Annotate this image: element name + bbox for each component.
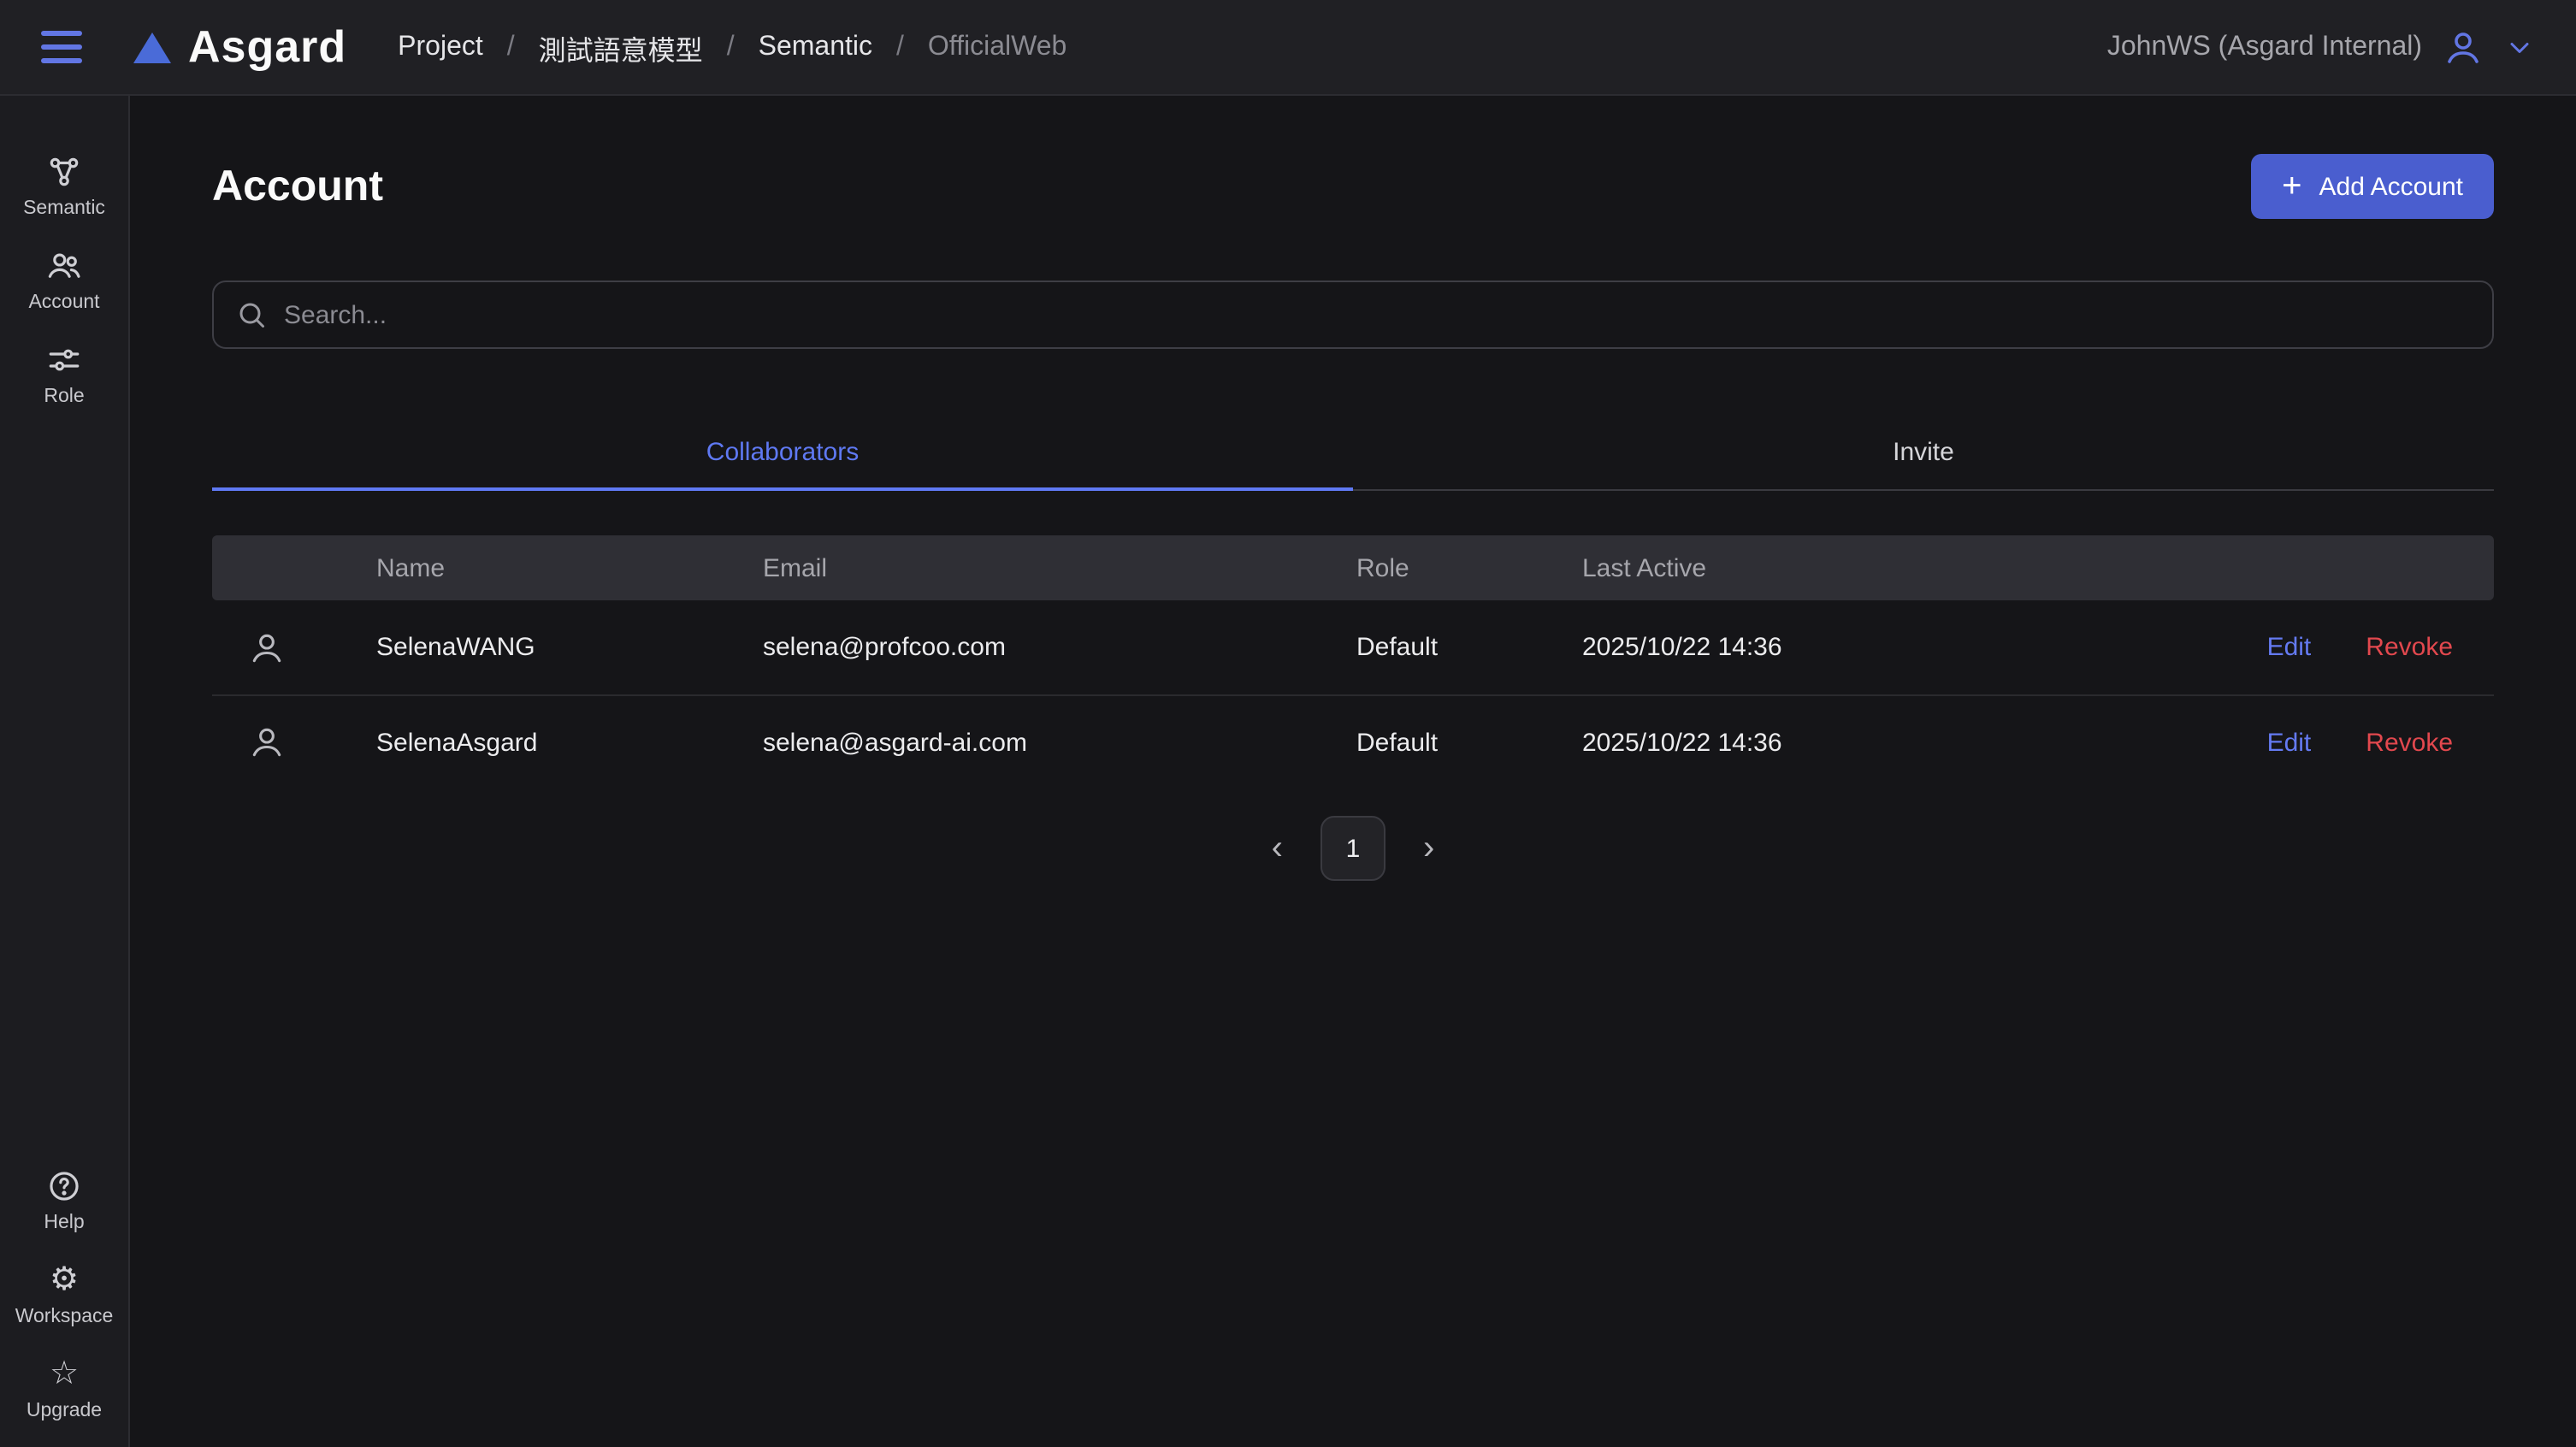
role-icon (46, 342, 82, 378)
person-icon (248, 724, 286, 761)
gear-icon: ⚙ (46, 1262, 82, 1298)
sidebar-item-role[interactable]: Role (0, 328, 128, 422)
sidebar-item-upgrade[interactable]: ☆ Upgrade (0, 1343, 128, 1437)
breadcrumb-semantic[interactable]: Semantic (759, 32, 872, 62)
topbar: Asgard Project / 測試語意模型 / Semantic / Off… (0, 0, 2576, 96)
chevron-down-icon[interactable] (2504, 32, 2535, 62)
next-page-icon[interactable]: › (1416, 824, 1441, 872)
page-number-button[interactable]: 1 (1320, 816, 1385, 881)
tab-collaborators[interactable]: Collaborators (212, 421, 1353, 489)
actions-cell: Edit Revoke (2195, 633, 2494, 662)
sidebar-item-label: Role (44, 387, 84, 407)
sidebar: Semantic Account Role (0, 96, 130, 1447)
table-row: SelenaWANG selena@profcoo.com Default 20… (212, 600, 2494, 694)
person-icon (248, 629, 286, 666)
breadcrumb-officialweb: OfficialWeb (928, 32, 1066, 62)
star-icon: ☆ (46, 1356, 82, 1392)
edit-link[interactable]: Edit (2267, 633, 2312, 662)
cell-name: SelenaAsgard (376, 728, 763, 757)
sidebar-item-workspace[interactable]: ⚙ Workspace (0, 1249, 128, 1343)
search-icon (236, 299, 267, 330)
tab-invite[interactable]: Invite (1353, 421, 2494, 489)
col-role: Role (1356, 553, 1582, 582)
actions-cell: Edit Revoke (2195, 728, 2494, 757)
sidebar-item-label: Upgrade (27, 1401, 102, 1421)
pagination: ‹ 1 › (212, 816, 2494, 881)
avatar-cell (212, 629, 376, 666)
cell-last-active: 2025/10/22 14:36 (1582, 633, 2195, 662)
logo[interactable]: Asgard (133, 21, 346, 74)
topbar-left: Asgard Project / 測試語意模型 / Semantic / Off… (34, 21, 1066, 74)
col-last-active: Last Active (1582, 553, 2195, 582)
body-row: Semantic Account Role (0, 96, 2576, 1447)
revoke-link[interactable]: Revoke (2366, 728, 2453, 757)
edit-link[interactable]: Edit (2267, 728, 2312, 757)
cell-email: selena@profcoo.com (763, 633, 1356, 662)
title-row: Account + Add Account (212, 154, 2494, 219)
sidebar-item-label: Account (28, 292, 99, 313)
cell-name: SelenaWANG (376, 633, 763, 662)
cell-role: Default (1356, 633, 1582, 662)
plus-icon: + (2282, 169, 2301, 204)
breadcrumb: Project / 測試語意模型 / Semantic / OfficialWe… (398, 27, 1066, 68)
breadcrumb-project[interactable]: Project (398, 32, 483, 62)
col-email: Email (763, 553, 1356, 582)
help-icon (46, 1168, 82, 1204)
sidebar-bottom: Help ⚙ Workspace ☆ Upgrade (0, 1155, 128, 1437)
sidebar-item-semantic[interactable]: Semantic (0, 140, 128, 234)
logo-triangle-icon (133, 32, 171, 62)
add-account-button[interactable]: + Add Account (2251, 154, 2494, 219)
sidebar-item-label: Help (44, 1213, 84, 1233)
user-icon[interactable] (2443, 27, 2484, 68)
avatar-cell (212, 724, 376, 761)
breadcrumb-separator: / (727, 32, 735, 62)
revoke-link[interactable]: Revoke (2366, 633, 2453, 662)
tabs: Collaborators Invite (212, 421, 2494, 491)
account-icon (46, 248, 82, 284)
sidebar-item-label: Semantic (23, 198, 105, 219)
topbar-right: JohnWS (Asgard Internal) (2107, 27, 2535, 68)
add-account-label: Add Account (2319, 172, 2463, 201)
user-label: JohnWS (Asgard Internal) (2107, 32, 2422, 62)
col-name: Name (376, 553, 763, 582)
cell-last-active: 2025/10/22 14:36 (1582, 728, 2195, 757)
breadcrumb-model[interactable]: 測試語意模型 (539, 27, 703, 68)
search-input[interactable] (284, 300, 2470, 329)
page-title: Account (212, 162, 383, 211)
logo-text: Asgard (188, 21, 346, 74)
main-content: Account + Add Account Collaborators Invi… (130, 96, 2576, 1447)
semantic-icon (46, 154, 82, 190)
sidebar-item-account[interactable]: Account (0, 234, 128, 328)
app-window: Asgard Project / 測試語意模型 / Semantic / Off… (0, 0, 2576, 1447)
table-header: Name Email Role Last Active (212, 535, 2494, 600)
table-row: SelenaAsgard selena@asgard-ai.com Defaul… (212, 694, 2494, 788)
menu-icon[interactable] (34, 24, 89, 70)
cell-role: Default (1356, 728, 1582, 757)
sidebar-item-help[interactable]: Help (0, 1155, 128, 1249)
accounts-table: Name Email Role Last Active SelenaW (212, 535, 2494, 788)
prev-page-icon[interactable]: ‹ (1265, 824, 1290, 872)
sidebar-item-label: Workspace (15, 1307, 114, 1327)
cell-email: selena@asgard-ai.com (763, 728, 1356, 757)
breadcrumb-separator: / (507, 32, 515, 62)
breadcrumb-separator: / (896, 32, 904, 62)
search-box (212, 281, 2494, 349)
